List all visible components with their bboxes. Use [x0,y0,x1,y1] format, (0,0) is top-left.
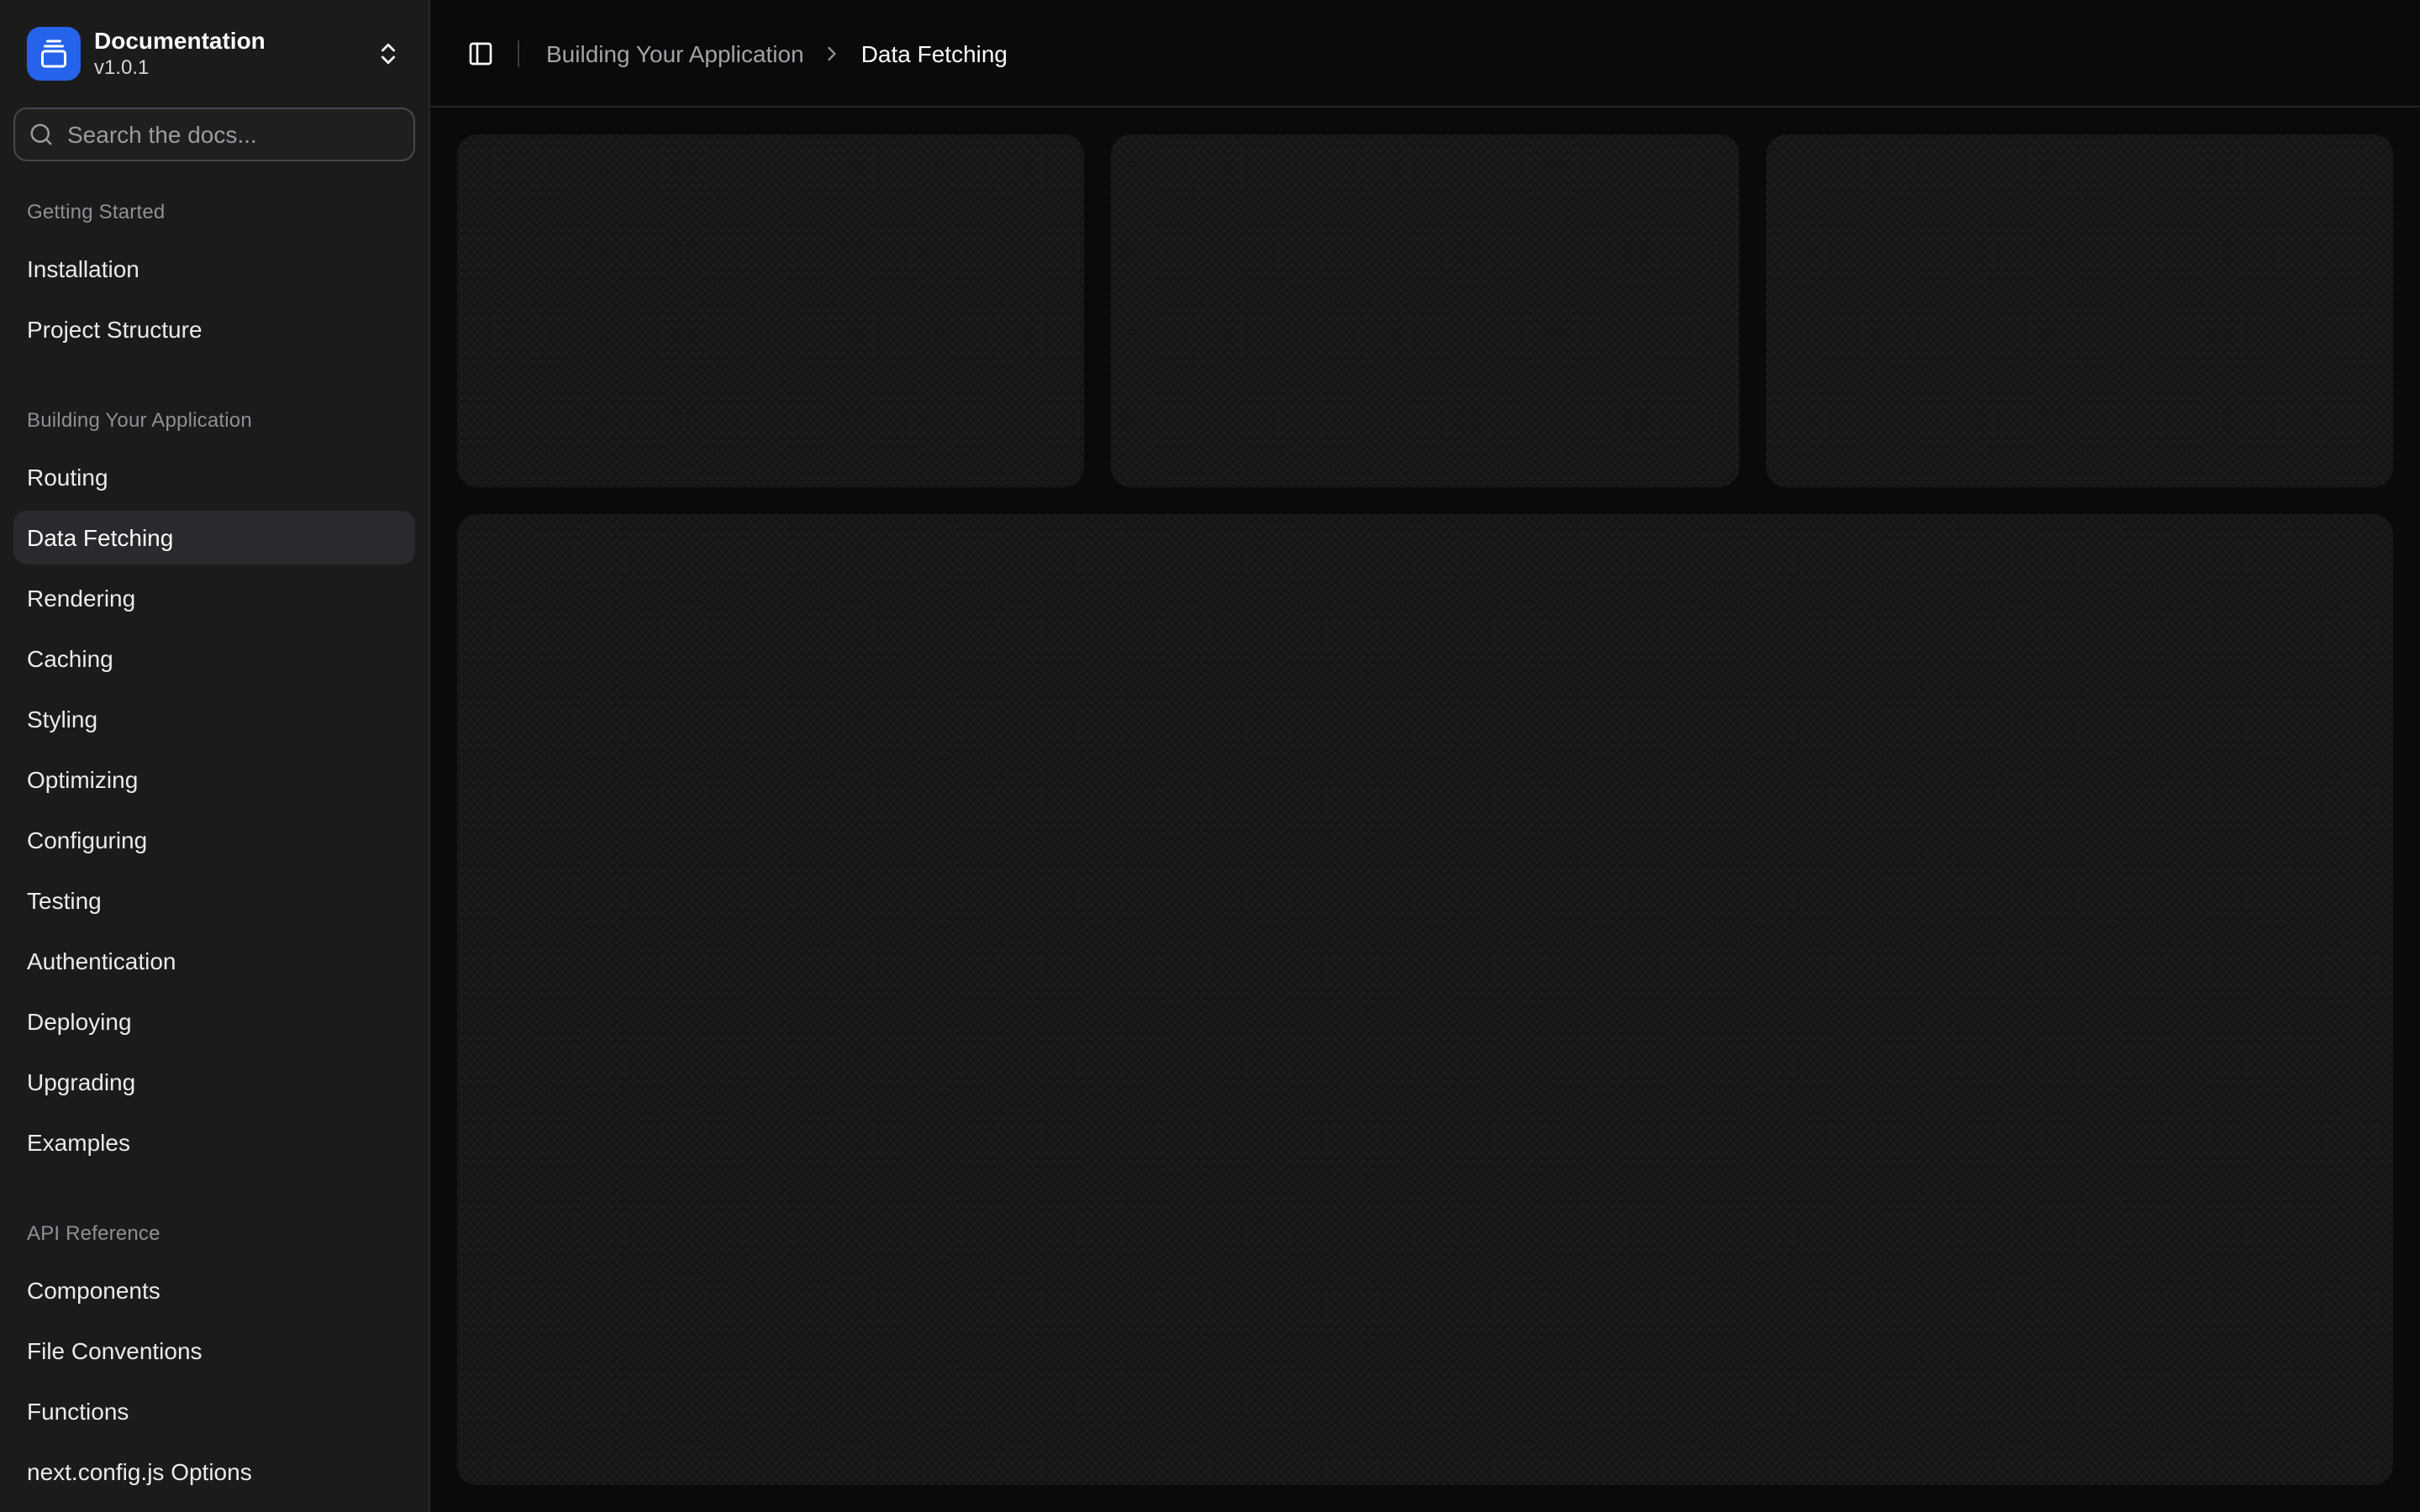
sidebar-item-caching[interactable]: Caching [13,632,415,685]
app-title: Documentation [94,25,266,55]
header: Building Your Application Data Fetching [430,0,2420,108]
main-content [430,108,2420,1512]
sidebar-toggle-button[interactable] [457,29,504,76]
sidebar-item-next-config-js-options[interactable]: next.config.js Options [13,1445,415,1499]
sidebar-group-api-reference: API Reference Components File Conventions F… [0,1196,429,1512]
search-form [13,108,415,161]
sidebar-item-data-fetching[interactable]: Data Fetching [13,511,415,564]
breadcrumb-link[interactable]: Building Your Application [546,39,804,66]
content-placeholder [457,514,2393,1485]
sidebar-item-examples[interactable]: Examples [13,1116,415,1169]
sidebar-item-project-structure[interactable]: Project Structure [13,302,415,356]
sidebar-group-building-your-application: Building Your Application Routing Data Fet… [0,383,429,1183]
sidebar-group-label: Building Your Application [13,396,415,444]
placeholder-cards-row [457,134,2393,487]
chevron-right-icon [821,41,844,65]
sidebar-nav: Getting Started Installation Project Struc… [0,175,429,1512]
breadcrumb-current: Data Fetching [861,39,1007,66]
app-root: Documentation v1.0.1 Getting Star [0,0,2420,1512]
placeholder-card [457,134,1085,487]
sidebar-item-functions[interactable]: Functions [13,1384,415,1438]
team-text: Documentation v1.0.1 [94,25,266,82]
app-version: v1.0.1 [94,56,266,82]
sidebar-header: Documentation v1.0.1 [0,0,429,175]
search-input[interactable] [13,108,415,161]
sidebar-item-routing[interactable]: Routing [13,450,415,504]
placeholder-card [1112,134,1739,487]
sidebar-item-optimizing[interactable]: Optimizing [13,753,415,806]
sidebar-item-components[interactable]: Components [13,1263,415,1317]
sidebar-group-label: API Reference [13,1210,415,1257]
team-switcher-button[interactable]: Documentation v1.0.1 [13,13,415,94]
main-area: Building Your Application Data Fetching [430,0,2420,1512]
sidebar-item-deploying[interactable]: Deploying [13,995,415,1048]
sidebar-item-testing[interactable]: Testing [13,874,415,927]
placeholder-card [1765,134,2393,487]
chevrons-up-down-icon [375,40,402,67]
sidebar-item-upgrading[interactable]: Upgrading [13,1055,415,1109]
sidebar-item-configuring[interactable]: Configuring [13,813,415,867]
breadcrumb: Building Your Application Data Fetching [546,39,1007,66]
sidebar: Documentation v1.0.1 Getting Star [0,0,430,1512]
sidebar-item-installation[interactable]: Installation [13,242,415,296]
panel-left-icon [467,39,494,66]
docs-logo-icon [27,27,81,81]
sidebar-group-label: Getting Started [13,188,415,235]
sidebar-item-authentication[interactable]: Authentication [13,934,415,988]
sidebar-item-file-conventions[interactable]: File Conventions [13,1324,415,1378]
sidebar-item-styling[interactable]: Styling [13,692,415,746]
sidebar-group-getting-started: Getting Started Installation Project Struc… [0,175,429,370]
header-separator [518,39,519,66]
sidebar-item-rendering[interactable]: Rendering [13,571,415,625]
